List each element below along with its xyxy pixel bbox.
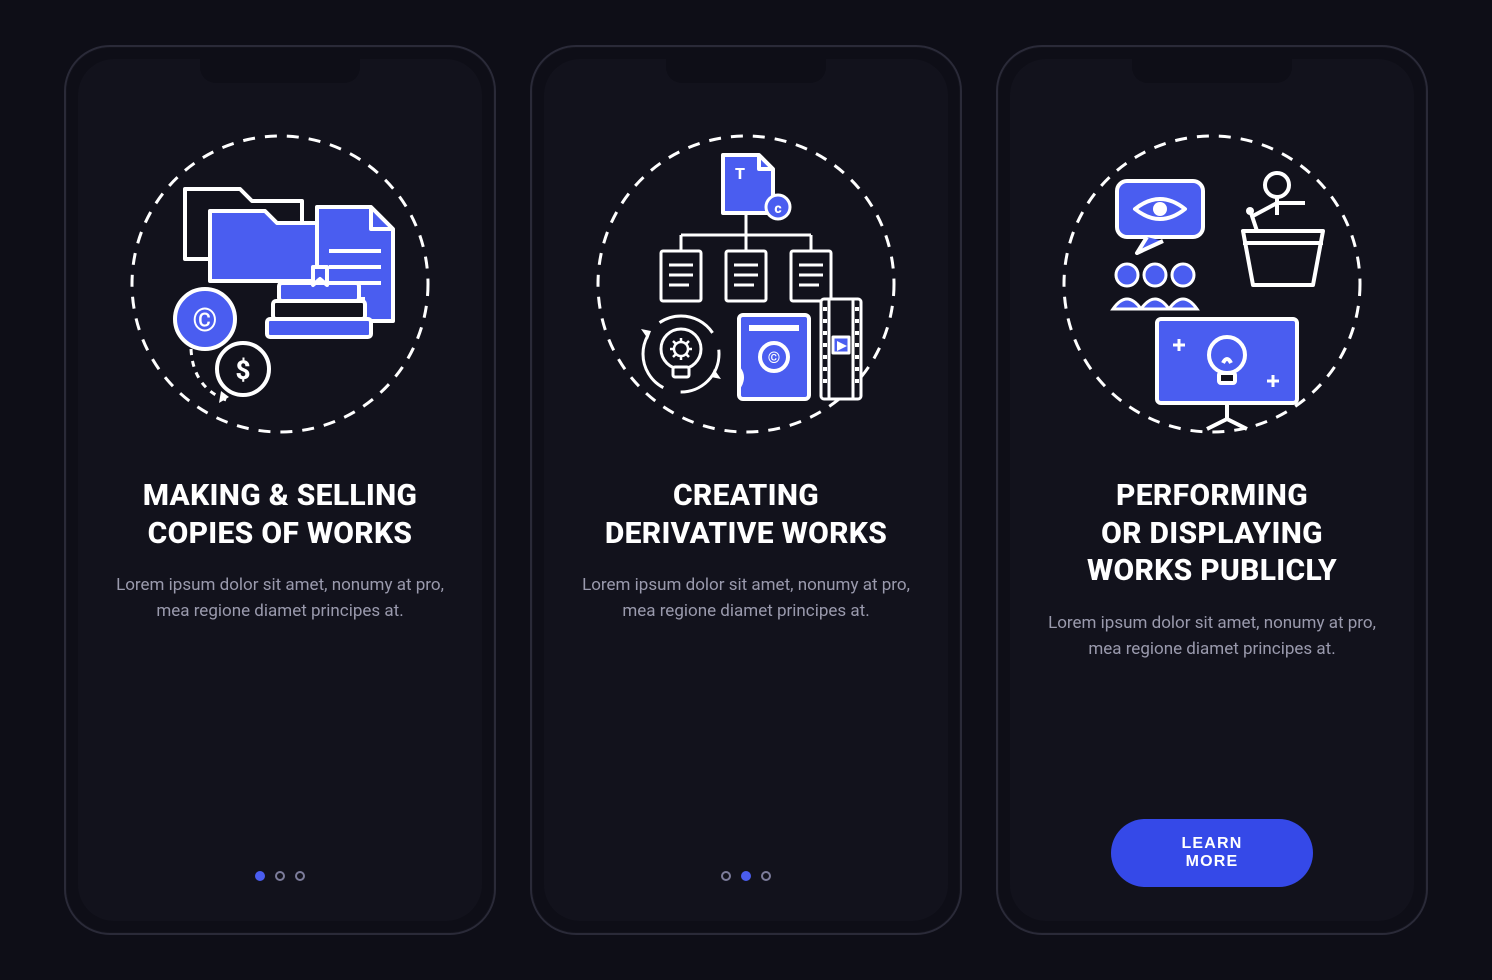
phone-notch [1132, 59, 1292, 83]
onboarding-body: Lorem ipsum dolor sit amet, nonumy at pr… [110, 572, 450, 625]
folders-books-icon: © $ [115, 119, 445, 449]
derivative-tree-icon: T c [581, 119, 911, 449]
dot-2[interactable] [275, 871, 285, 881]
svg-text:T: T [735, 164, 745, 183]
dot-1[interactable] [721, 871, 731, 881]
svg-text:$: $ [236, 356, 251, 386]
pagination-dots [721, 871, 771, 881]
svg-text:©: © [192, 301, 217, 339]
onboarding-title: Performing Or Displaying Works Publicly [1087, 477, 1337, 590]
onboarding-title: Making & Selling Copies Of Works [143, 477, 418, 552]
svg-text:©: © [768, 348, 781, 367]
dot-2[interactable] [741, 871, 751, 881]
phone-notch [666, 59, 826, 83]
dot-1[interactable] [255, 871, 265, 881]
learn-more-button[interactable]: LEARN MORE [1111, 819, 1313, 887]
phone-mockup-2: T c [530, 45, 962, 935]
onboarding-body: Lorem ipsum dolor sit amet, nonumy at pr… [576, 572, 916, 625]
onboarding-body: Lorem ipsum dolor sit amet, nonumy at pr… [1042, 610, 1382, 663]
pagination-dots [255, 871, 305, 881]
dot-3[interactable] [761, 871, 771, 881]
dot-3[interactable] [295, 871, 305, 881]
onboarding-screen-3: Performing Or Displaying Works Publicly … [1010, 59, 1414, 921]
onboarding-title: Creating Derivative Works [605, 477, 887, 552]
phone-mockup-3: Performing Or Displaying Works Publicly … [996, 45, 1428, 935]
svg-text:c: c [774, 201, 781, 217]
onboarding-screen-1: © $ Making & Selling Copies Of Works Lor… [78, 59, 482, 921]
onboarding-screen-2: T c [544, 59, 948, 921]
onboarding-triptych: © $ Making & Selling Copies Of Works Lor… [0, 0, 1492, 980]
phone-mockup-1: © $ Making & Selling Copies Of Works Lor… [64, 45, 496, 935]
public-display-icon [1047, 119, 1377, 449]
phone-notch [200, 59, 360, 83]
